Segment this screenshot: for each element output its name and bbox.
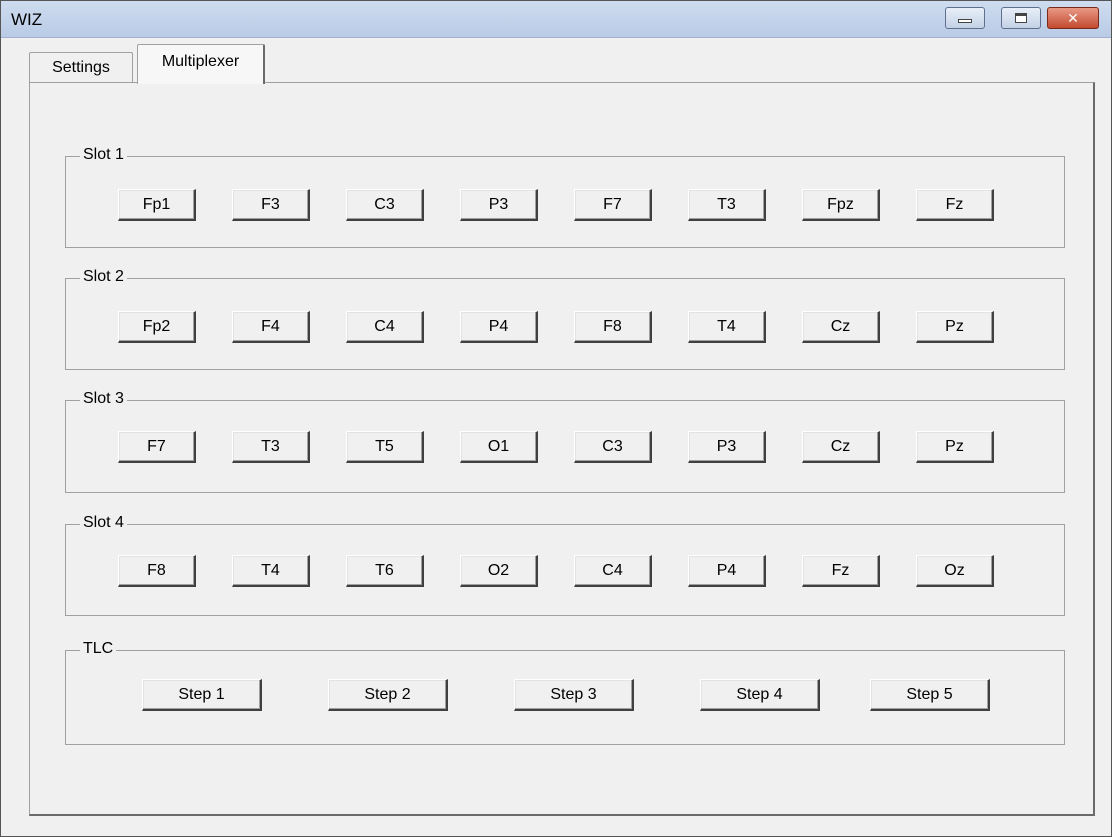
tlc-group: TLC Step 1 Step 2 Step 3 Step 4 Step 5 [65,639,1065,745]
slot-1-group: Slot 1 Fp1 F3 C3 P3 F7 T3 Fpz Fz [65,145,1065,248]
slot-4-channel-button[interactable]: T4 [232,555,310,587]
slot-4-channel-button[interactable]: Oz [916,555,994,587]
slot-4-group: Slot 4 F8 T4 T6 O2 C4 P4 Fz Oz [65,513,1065,616]
slot-1-channel-button[interactable]: F3 [232,189,310,221]
slot-4-channel-button[interactable]: Fz [802,555,880,587]
slot-1-channel-button[interactable]: Fp1 [118,189,196,221]
slot-1-channel-button[interactable]: T3 [688,189,766,221]
slot-1-channel-button[interactable]: Fpz [802,189,880,221]
tab-multiplexer[interactable]: Multiplexer [137,44,265,84]
slot-2-channel-button[interactable]: Fp2 [118,311,196,343]
slot-2-channel-button[interactable]: Pz [916,311,994,343]
slot-4-channel-button[interactable]: P4 [688,555,766,587]
slot-1-channel-button[interactable]: C3 [346,189,424,221]
minimize-icon [958,19,972,23]
slot-2-channel-button[interactable]: C4 [346,311,424,343]
slot-3-group: Slot 3 F7 T3 T5 O1 C3 P3 Cz Pz [65,389,1065,493]
tlc-step-1-button[interactable]: Step 1 [142,679,262,711]
tab-settings[interactable]: Settings [29,52,133,82]
slot-2-group: Slot 2 Fp2 F4 C4 P4 F8 T4 Cz Pz [65,267,1065,370]
slot-2-channel-button[interactable]: F4 [232,311,310,343]
slot-3-label: Slot 3 [80,389,127,409]
slot-3-channel-button[interactable]: Pz [916,431,994,463]
multiplexer-panel: Slot 1 Fp1 F3 C3 P3 F7 T3 Fpz Fz Slot 2 … [29,82,1095,816]
slot-4-channel-button[interactable]: O2 [460,555,538,587]
slot-3-channel-button[interactable]: C3 [574,431,652,463]
close-button[interactable]: ✕ [1047,7,1099,29]
slot-2-label: Slot 2 [80,267,127,287]
slot-4-channel-button[interactable]: T6 [346,555,424,587]
tlc-step-3-button[interactable]: Step 3 [514,679,634,711]
slot-2-channel-button[interactable]: F8 [574,311,652,343]
slot-4-channel-button[interactable]: F8 [118,555,196,587]
wiz-window: WIZ ✕ Settings Multiplexer Slot 1 Fp1 F3… [0,0,1112,837]
tlc-step-4-button[interactable]: Step 4 [700,679,820,711]
maximize-icon [1015,13,1027,23]
slot-3-channel-button[interactable]: P3 [688,431,766,463]
slot-3-channel-button[interactable]: T3 [232,431,310,463]
slot-3-channel-button[interactable]: T5 [346,431,424,463]
slot-1-channel-button[interactable]: F7 [574,189,652,221]
slot-3-channel-button[interactable]: Cz [802,431,880,463]
maximize-button[interactable] [1001,7,1041,29]
slot-3-channel-button[interactable]: F7 [118,431,196,463]
slot-2-channel-button[interactable]: P4 [460,311,538,343]
slot-2-channel-button[interactable]: Cz [802,311,880,343]
slot-1-label: Slot 1 [80,145,127,165]
slot-2-channel-button[interactable]: T4 [688,311,766,343]
window-title: WIZ [11,10,43,29]
tlc-step-2-button[interactable]: Step 2 [328,679,448,711]
slot-1-channel-button[interactable]: Fz [916,189,994,221]
slot-3-channel-button[interactable]: O1 [460,431,538,463]
tlc-step-5-button[interactable]: Step 5 [870,679,990,711]
slot-4-label: Slot 4 [80,513,127,533]
slot-1-channel-button[interactable]: P3 [460,189,538,221]
title-bar[interactable]: WIZ ✕ [1,1,1111,38]
slot-4-channel-button[interactable]: C4 [574,555,652,587]
minimize-button[interactable] [945,7,985,29]
close-icon: ✕ [1067,9,1079,26]
tlc-label: TLC [80,639,117,659]
